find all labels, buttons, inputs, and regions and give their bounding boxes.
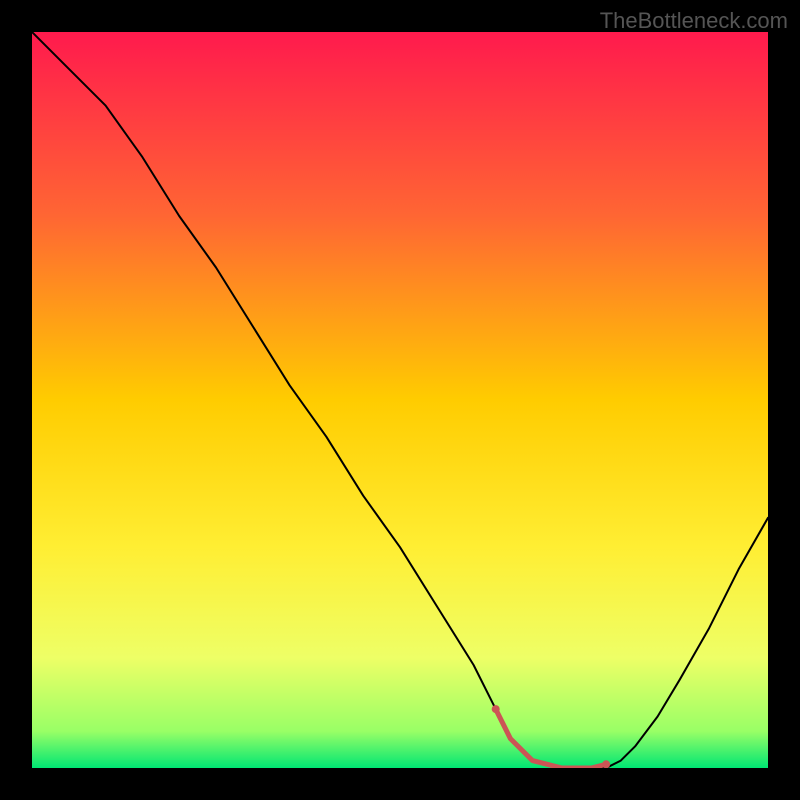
gradient-background bbox=[32, 32, 768, 768]
optimal-endpoint bbox=[492, 705, 500, 713]
bottleneck-chart bbox=[32, 32, 768, 768]
chart-container bbox=[32, 32, 768, 768]
watermark-text: TheBottleneck.com bbox=[600, 8, 788, 34]
optimal-endpoint bbox=[602, 760, 610, 768]
